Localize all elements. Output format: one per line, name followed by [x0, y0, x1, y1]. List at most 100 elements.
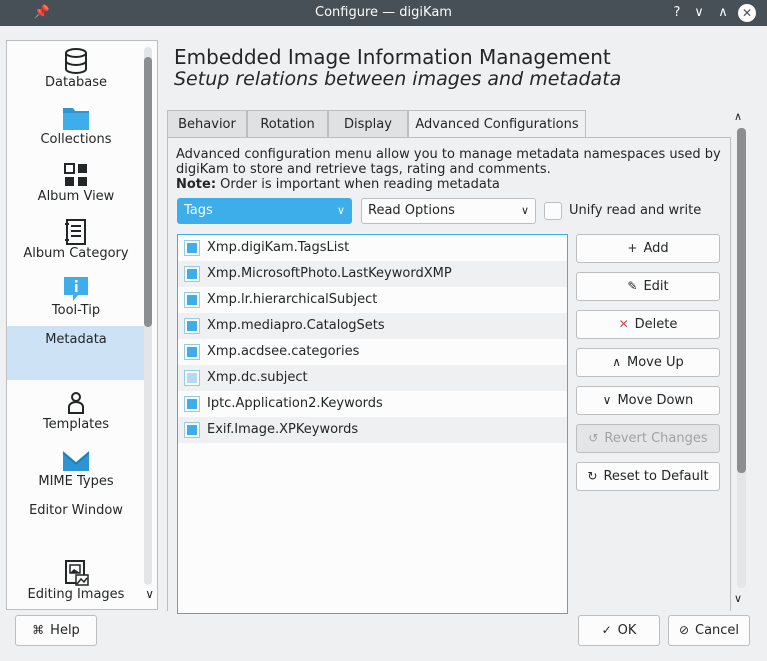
sidebar-item-label: Album Category: [23, 246, 129, 261]
maximize-icon[interactable]: ∧: [714, 4, 732, 22]
tooltip-icon: [64, 277, 88, 301]
namespace-checkbox[interactable]: [184, 240, 200, 256]
unify-read-write-label: Unify read and write: [569, 203, 702, 218]
namespace-checkbox[interactable]: [184, 344, 200, 360]
note-text: Order is important when reading metadata: [216, 177, 500, 192]
description-text: Advanced configuration menu allow you to…: [176, 147, 721, 177]
list-item[interactable]: Xmp.acdsee.categories: [178, 339, 567, 365]
list-item[interactable]: Xmp.MicrosoftPhoto.LastKeywordXMP: [178, 261, 567, 287]
add-label: Add: [643, 241, 669, 256]
settings-sidebar: Database Collections Album View Album Ca…: [6, 40, 158, 610]
move-down-button[interactable]: ∨ Move Down: [576, 386, 720, 415]
chevron-down-icon: ∨: [520, 204, 529, 217]
chevron-down-icon[interactable]: ∨: [145, 587, 154, 601]
sidebar-item-metadata[interactable]: Metadata: [7, 326, 145, 380]
list-item[interactable]: Iptc.Application2.Keywords: [178, 391, 567, 417]
sidebar-item-album-category[interactable]: Album Category: [7, 218, 145, 268]
sidebar-item-tool-tip[interactable]: Tool-Tip: [7, 275, 145, 325]
sidebar-item-label: Metadata: [45, 332, 107, 347]
metadata-type-value: Tags: [184, 203, 213, 218]
page-subtitle: Setup relations between images and metad…: [174, 68, 622, 90]
namespace-label: Xmp.mediapro.CatalogSets: [207, 318, 385, 333]
metadata-type-combo[interactable]: Tags ∨: [177, 198, 352, 224]
namespace-checkbox[interactable]: [184, 396, 200, 412]
edit-button[interactable]: ✎ Edit: [576, 272, 720, 301]
sidebar-item-templates[interactable]: Templates: [7, 389, 145, 439]
operation-type-value: Read Options: [368, 203, 455, 218]
sidebar-item-label: Tool-Tip: [51, 303, 101, 318]
list-item[interactable]: Xmp.dc.subject: [178, 365, 567, 391]
reset-to-default-button[interactable]: ↻ Reset to Default: [576, 462, 720, 491]
namespace-label: Xmp.acdsee.categories: [207, 344, 360, 359]
help-label: Help: [50, 623, 80, 638]
templates-icon: [68, 392, 84, 414]
list-item[interactable]: Xmp.digiKam.TagsList: [178, 235, 567, 261]
album-category-icon: [65, 219, 86, 245]
sidebar-item-label: Editing Images: [27, 587, 125, 602]
delete-x-icon: ✕: [618, 317, 629, 331]
namespace-label: Xmp.MicrosoftPhoto.LastKeywordXMP: [207, 266, 452, 281]
namespace-checkbox[interactable]: [184, 422, 200, 438]
move-up-button[interactable]: ∧ Move Up: [576, 348, 720, 377]
tab-display[interactable]: Display: [328, 110, 408, 138]
mime-types-icon: [62, 451, 90, 471]
sidebar-scrollbar[interactable]: [144, 47, 152, 585]
namespace-checkbox[interactable]: [184, 266, 200, 282]
delete-label: Delete: [634, 317, 678, 332]
delete-button[interactable]: ✕ Delete: [576, 310, 720, 339]
sidebar-scrollbar-thumb[interactable]: [144, 57, 152, 327]
lifebuoy-icon: ⌘: [32, 623, 45, 637]
tab-advanced-configurations[interactable]: Advanced Configurations: [408, 110, 586, 139]
move-down-label: Move Down: [617, 393, 694, 408]
window-title: Configure — digiKam: [315, 5, 452, 20]
chevron-up-icon[interactable]: ∧: [734, 110, 742, 123]
namespace-label: Xmp.dc.subject: [207, 370, 308, 385]
help-question-icon[interactable]: ?: [668, 4, 686, 22]
checkmark-icon: ✓: [601, 623, 612, 637]
namespace-label: Xmp.digiKam.TagsList: [207, 240, 350, 255]
database-icon: [65, 48, 87, 74]
main-scrollbar[interactable]: [737, 128, 746, 588]
sidebar-item-collections[interactable]: Collections: [7, 104, 145, 154]
chevron-up-icon: ∧: [612, 355, 622, 369]
operation-type-combo[interactable]: Read Options ∨: [361, 198, 536, 224]
main-scrollbar-thumb[interactable]: [737, 128, 746, 473]
ok-label: OK: [617, 623, 637, 638]
ok-button[interactable]: ✓ OK: [578, 615, 660, 646]
cancel-label: Cancel: [695, 623, 740, 638]
sidebar-item-album-view[interactable]: Album View: [7, 161, 145, 211]
list-item[interactable]: Xmp.lr.hierarchicalSubject: [178, 287, 567, 313]
pencil-icon: ✎: [627, 279, 638, 293]
namespace-label: Xmp.lr.hierarchicalSubject: [207, 292, 378, 307]
chevron-down-icon: ∨: [602, 393, 612, 407]
add-button[interactable]: + Add: [576, 234, 720, 263]
tab-rotation[interactable]: Rotation: [247, 110, 328, 138]
close-icon[interactable]: ✕: [738, 4, 756, 22]
album-view-icon: [64, 163, 87, 186]
namespace-list[interactable]: Xmp.digiKam.TagsList Xmp.MicrosoftPhoto.…: [177, 234, 568, 614]
advanced-description: Advanced configuration menu allow you to…: [176, 147, 726, 192]
unify-read-write-checkbox[interactable]: [544, 202, 562, 220]
sidebar-item-mime-types[interactable]: MIME Types: [7, 446, 145, 496]
namespace-checkbox[interactable]: [184, 318, 200, 334]
chevron-down-icon[interactable]: ∨: [734, 592, 742, 605]
cancel-icon: ⊘: [678, 623, 689, 637]
sidebar-item-editing-images[interactable]: Editing Images: [7, 559, 145, 609]
revert-changes-button[interactable]: ↺ Revert Changes: [576, 424, 720, 453]
tab-behavior[interactable]: Behavior: [167, 110, 247, 138]
namespace-label: Exif.Image.XPKeywords: [207, 422, 359, 437]
sidebar-item-label: Database: [44, 75, 108, 90]
list-item[interactable]: Xmp.mediapro.CatalogSets: [178, 313, 567, 339]
minimize-icon[interactable]: ∨: [690, 4, 708, 22]
sidebar-item-editor-window[interactable]: Editor Window: [7, 503, 145, 523]
edit-label: Edit: [643, 279, 669, 294]
namespace-checkbox[interactable]: [184, 370, 200, 386]
page-title: Embedded Image Information Management: [174, 45, 611, 69]
sidebar-item-database[interactable]: Database: [7, 47, 145, 97]
cancel-button[interactable]: ⊘ Cancel: [668, 615, 750, 646]
help-button[interactable]: ⌘ Help: [15, 615, 97, 646]
revert-label: Revert Changes: [604, 431, 708, 446]
namespace-checkbox[interactable]: [184, 292, 200, 308]
list-item[interactable]: Exif.Image.XPKeywords: [178, 417, 567, 443]
sidebar-item-label: Editor Window: [29, 503, 123, 518]
